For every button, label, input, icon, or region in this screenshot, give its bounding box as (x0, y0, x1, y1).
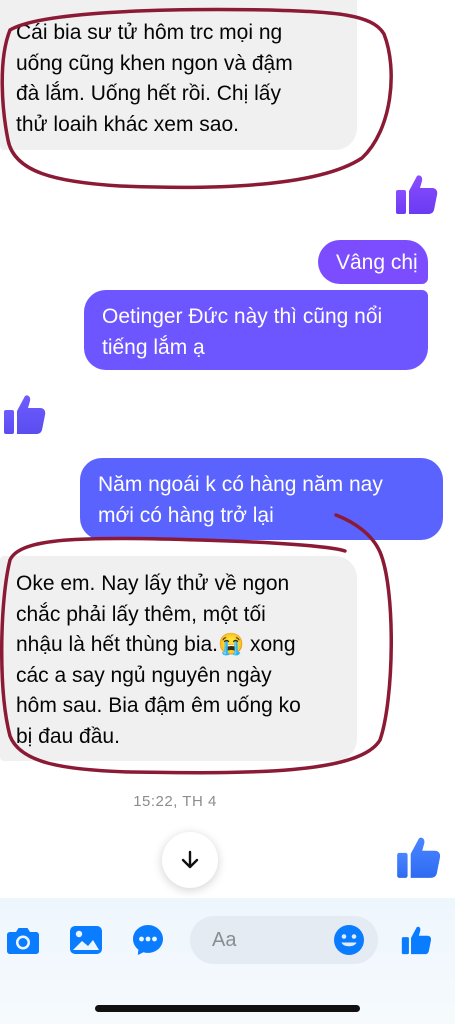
emoji-icon (334, 925, 364, 955)
home-indicator (95, 1005, 360, 1012)
message-line: các a say ngủ nguyên ngày (16, 663, 272, 687)
message-line: đà lắm. Uống hết rồi. Chị lấy (16, 82, 281, 105)
message-bubble-outgoing[interactable]: Oetinger Đức này thì cũng nổi tiếng lắm … (84, 290, 428, 370)
thumbs-up-icon (401, 926, 432, 955)
gallery-button[interactable] (68, 922, 104, 958)
scroll-to-bottom-button[interactable] (162, 832, 218, 888)
image-icon (70, 926, 102, 954)
more-options-button[interactable] (130, 922, 166, 958)
message-line: chắc phải lấy thêm, một tối (16, 602, 266, 626)
message-line: Oke em. Nay lấy thử về ngon (16, 572, 290, 595)
message-bubble-incoming[interactable]: Oke em. Nay lấy thử về ngon chắc phải lấ… (0, 556, 357, 761)
message-line: Vâng chị (336, 251, 418, 274)
message-line: Năm ngoái k có hàng năm nay (98, 473, 383, 496)
message-line: nhậu là hết thùng bia.😭 xong (16, 633, 296, 656)
thumbs-up-icon (396, 175, 438, 214)
message-line: hôm sau. Bia đậm êm uống ko (16, 694, 301, 717)
message-bubble-outgoing[interactable]: Năm ngoái k có hàng năm nay mới có hàng … (80, 458, 443, 540)
chat-bubble-dots-icon (133, 925, 163, 955)
like-button[interactable] (398, 922, 434, 958)
message-line: tiếng lắm ạ (102, 335, 205, 359)
message-line: uống cũng khen ngon và đậm (16, 51, 293, 75)
camera-button[interactable] (5, 922, 41, 958)
thumbs-up-icon (397, 837, 441, 878)
message-bubble-incoming[interactable]: Cái bia sư tử hôm trc mọi ng uống cũng k… (0, 0, 357, 150)
emoji-button[interactable] (331, 922, 367, 958)
message-line: Cái bia sư tử hôm trc mọi ng (16, 21, 283, 44)
message-line: Oetinger Đức này thì cũng nổi (102, 305, 383, 328)
message-line: thử loaih khác xem sao. (16, 112, 240, 136)
message-line: mới có hàng trở lại (98, 503, 274, 527)
message-input-placeholder: Aa (212, 929, 237, 951)
message-line: bị đau đầu. (16, 724, 120, 748)
thumbs-up-icon (4, 395, 46, 434)
camera-icon (7, 928, 39, 954)
message-timestamp: 15:22, TH 4 (133, 793, 217, 810)
message-bubble-outgoing[interactable]: Vâng chị (318, 240, 428, 284)
arrow-down-icon (181, 850, 199, 869)
